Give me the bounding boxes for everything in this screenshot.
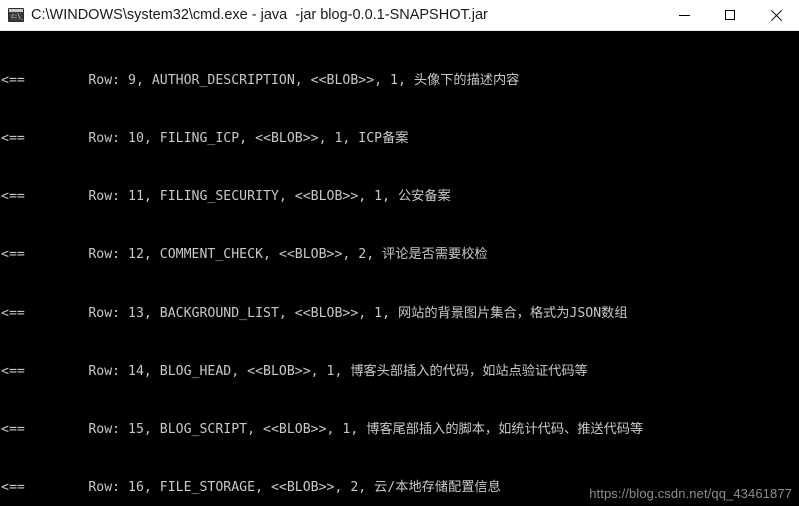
maximize-icon xyxy=(725,10,735,20)
console-line: <== Row: 9, AUTHOR_DESCRIPTION, <<BLOB>>… xyxy=(1,72,520,88)
console-line: <== Row: 15, BLOG_SCRIPT, <<BLOB>>, 1, 博… xyxy=(1,422,644,438)
console-output[interactable]: <== Row: 9, AUTHOR_DESCRIPTION, <<BLOB>>… xyxy=(0,31,799,506)
console-line: <== Row: 10, FILING_ICP, <<BLOB>>, 1, IC… xyxy=(1,131,409,147)
window-controls xyxy=(661,0,799,30)
window-titlebar[interactable]: c:\_ C:\WINDOWS\system32\cmd.exe - java … xyxy=(0,0,799,31)
minimize-button[interactable] xyxy=(661,0,707,30)
window-title: C:\WINDOWS\system32\cmd.exe - java -jar … xyxy=(31,7,488,23)
close-button[interactable] xyxy=(753,0,799,30)
minimize-icon xyxy=(678,14,690,16)
watermark-url: https://blog.csdn.net/qq_43461877 xyxy=(589,485,792,501)
console-line: <== Row: 12, COMMENT_CHECK, <<BLOB>>, 2,… xyxy=(1,247,488,263)
console-line: <== Row: 13, BACKGROUND_LIST, <<BLOB>>, … xyxy=(1,305,628,321)
console-line: <== Row: 14, BLOG_HEAD, <<BLOB>>, 1, 博客头… xyxy=(1,363,588,379)
console-line: <== Row: 11, FILING_SECURITY, <<BLOB>>, … xyxy=(1,189,451,205)
close-icon xyxy=(770,9,783,22)
cmd-console-icon: c:\_ xyxy=(8,8,24,22)
cmd-window: c:\_ C:\WINDOWS\system32\cmd.exe - java … xyxy=(0,0,799,506)
cmd-icon-prompt-glyph: c:\_ xyxy=(11,13,24,20)
cmd-icon-titlebar-stripe xyxy=(9,9,23,12)
maximize-button[interactable] xyxy=(707,0,753,30)
